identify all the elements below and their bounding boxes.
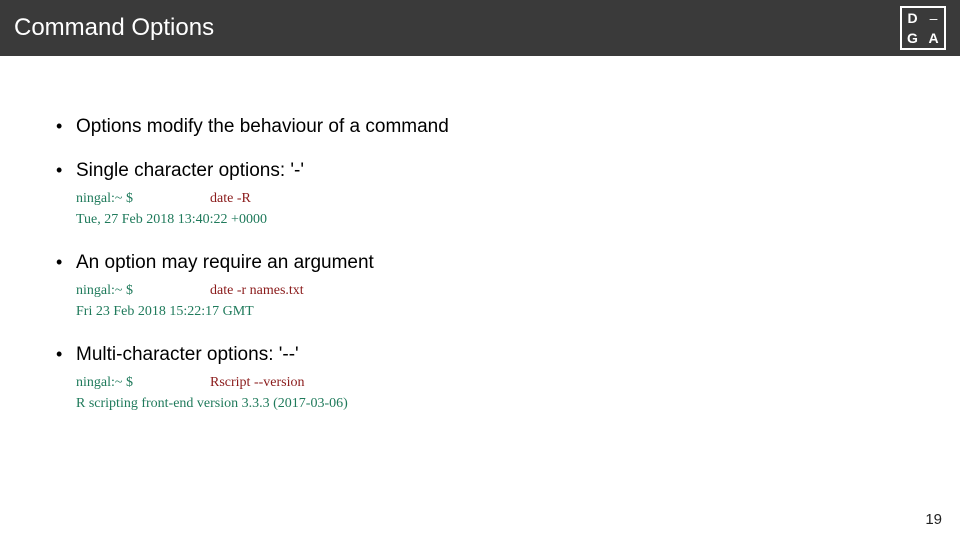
terminal-block: ningal:~ $ date -r names.txt Fri 23 Feb … (76, 280, 920, 322)
terminal-prompt: ningal:~ $ (76, 188, 210, 209)
terminal-command: Rscript --version (210, 372, 304, 393)
bullet-text: Single character options: '-' (76, 160, 304, 181)
slide-title: Command Options (14, 14, 214, 42)
terminal-line: ningal:~ $ date -R (76, 188, 920, 209)
terminal-block: ningal:~ $ Rscript --version R scripting… (76, 372, 920, 414)
page-number: 19 (925, 511, 942, 528)
terminal-output: Tue, 27 Feb 2018 13:40:22 +0000 (76, 209, 920, 230)
list-item: An option may require an argument ningal… (52, 252, 920, 322)
terminal-line: ningal:~ $ Rscript --version (76, 372, 920, 393)
list-item: Multi-character options: '--' ningal:~ $… (52, 344, 920, 414)
content-area: Options modify the behaviour of a comman… (0, 56, 960, 414)
logo-cell-tr: – (923, 8, 944, 28)
terminal-output: Fri 23 Feb 2018 15:22:17 GMT (76, 301, 920, 322)
title-bar: Command Options D – G A (0, 0, 960, 56)
logo-cell-br: A (923, 28, 944, 48)
bullet-text: Options modify the behaviour of a comman… (76, 116, 449, 137)
terminal-prompt: ningal:~ $ (76, 372, 210, 393)
terminal-prompt: ningal:~ $ (76, 280, 210, 301)
list-item: Single character options: '-' ningal:~ $… (52, 160, 920, 230)
terminal-line: ningal:~ $ date -r names.txt (76, 280, 920, 301)
terminal-command: date -r names.txt (210, 280, 304, 301)
logo-box: D – G A (900, 6, 946, 50)
terminal-command: date -R (210, 188, 251, 209)
bullet-text: Multi-character options: '--' (76, 344, 299, 365)
bullet-text: An option may require an argument (76, 252, 374, 273)
logo: D – G A (900, 6, 946, 50)
list-item: Options modify the behaviour of a comman… (52, 116, 920, 138)
terminal-output: R scripting front-end version 3.3.3 (201… (76, 393, 920, 414)
logo-cell-bl: G (902, 28, 923, 48)
logo-cell-tl: D (902, 8, 923, 28)
terminal-block: ningal:~ $ date -R Tue, 27 Feb 2018 13:4… (76, 188, 920, 230)
bullet-list: Options modify the behaviour of a comman… (52, 116, 920, 414)
